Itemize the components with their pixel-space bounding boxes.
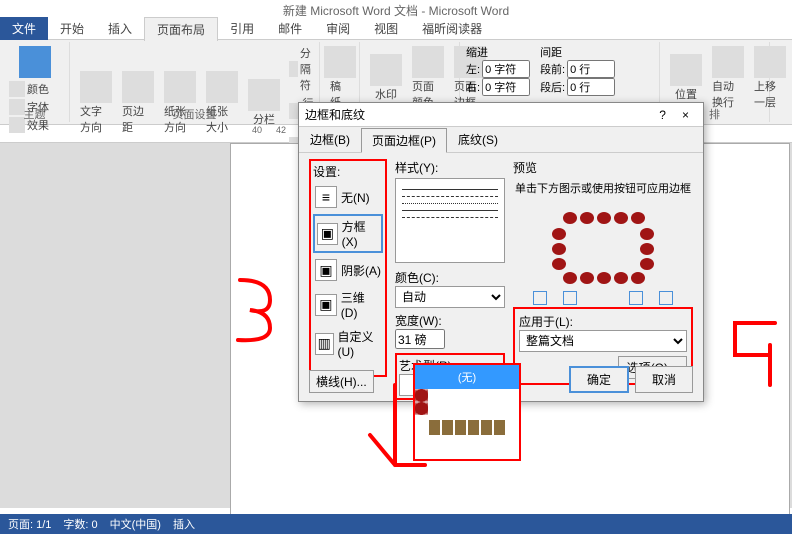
tab-layout[interactable]: 页面布局: [144, 17, 218, 41]
theme-colors[interactable]: 颜色: [6, 80, 63, 98]
watermark[interactable]: 水印: [366, 52, 406, 104]
ribbon-tabs: 文件 开始 插入 页面布局 引用 邮件 审阅 视图 福昕阅读器: [0, 18, 792, 40]
tab-view[interactable]: 视图: [362, 17, 410, 40]
width-label: 宽度(W):: [395, 312, 505, 329]
border-toggle-br[interactable]: [629, 291, 643, 305]
border-toggle-bl[interactable]: [533, 291, 547, 305]
color-label: 颜色(C):: [395, 269, 505, 286]
spacing-after[interactable]: 段后:: [540, 78, 615, 96]
art-dropdown[interactable]: (无): [413, 363, 521, 461]
setting-custom[interactable]: ▥自定义(U): [313, 326, 383, 361]
window-title: 新建 Microsoft Word 文档 - Microsoft Word: [0, 0, 792, 18]
status-words[interactable]: 字数: 0: [63, 516, 97, 532]
tab-foxit[interactable]: 福昕阅读器: [410, 17, 494, 40]
apply-label: 应用于(L):: [519, 313, 687, 330]
dlg-tab-shading[interactable]: 底纹(S): [447, 127, 509, 152]
setting-box[interactable]: ▣方框(X): [313, 214, 383, 253]
preview-label: 预览: [513, 159, 693, 176]
orientation[interactable]: 纸张方向: [160, 69, 200, 137]
art-option-party[interactable]: [415, 415, 519, 439]
tab-references[interactable]: 引用: [218, 17, 266, 40]
dlg-tab-page-border[interactable]: 页面边框(P): [361, 128, 447, 153]
dlg-tab-borders[interactable]: 边框(B): [299, 127, 361, 152]
dialog-title: 边框和底纹: [305, 106, 651, 123]
dialog-help[interactable]: ?: [651, 108, 674, 122]
ok-button[interactable]: 确定: [569, 366, 629, 393]
color-select[interactable]: 自动: [395, 286, 505, 308]
tab-insert[interactable]: 插入: [96, 17, 144, 40]
indent-label: 缩进: [466, 44, 530, 60]
setting-shadow[interactable]: ▣阴影(A): [313, 257, 383, 283]
bring-forward[interactable]: 上移一层: [750, 44, 790, 112]
status-page[interactable]: 页面: 1/1: [8, 516, 51, 532]
group-theme-label: 主题: [0, 106, 69, 122]
art-option-candy1[interactable]: [415, 389, 428, 402]
position[interactable]: 位置: [666, 52, 706, 104]
art-option-none[interactable]: (无): [415, 365, 519, 389]
status-insert[interactable]: 插入: [173, 516, 195, 532]
width-input[interactable]: [395, 329, 445, 349]
status-bar: 页面: 1/1 字数: 0 中文(中国) 插入: [0, 514, 792, 534]
preview-box[interactable]: [513, 200, 693, 305]
group-pagesetup-label: 页面设置: [70, 106, 319, 122]
indent-left[interactable]: 左:: [466, 60, 530, 78]
border-toggle-b[interactable]: [563, 291, 577, 305]
breaks[interactable]: 分隔符: [286, 44, 321, 94]
indent-right[interactable]: 右:: [466, 78, 530, 96]
text-direction[interactable]: 文字方向: [76, 69, 116, 137]
settings-column: 设置: ≡无(N) ▣方框(X) ▣阴影(A) ▣三维(D) ▥自定义(U): [309, 159, 387, 377]
border-toggle-r[interactable]: [659, 291, 673, 305]
dialog-close[interactable]: ×: [674, 108, 697, 122]
setting-3d[interactable]: ▣三维(D): [313, 287, 383, 322]
style-label: 样式(Y):: [395, 159, 505, 176]
tab-mailings[interactable]: 邮件: [266, 17, 314, 40]
horiz-line-button[interactable]: 横线(H)...: [309, 370, 374, 393]
tab-home[interactable]: 开始: [48, 17, 96, 40]
art-option-candy2[interactable]: [415, 402, 428, 415]
settings-label: 设置:: [313, 163, 383, 180]
tab-review[interactable]: 审阅: [314, 17, 362, 40]
spacing-label: 间距: [540, 44, 615, 60]
tab-file[interactable]: 文件: [0, 17, 48, 40]
apply-select[interactable]: 整篇文档: [519, 330, 687, 352]
themes-button[interactable]: [6, 44, 63, 80]
wrap-text[interactable]: 自动换行: [708, 44, 748, 112]
spacing-before[interactable]: 段前:: [540, 60, 615, 78]
cancel-button[interactable]: 取消: [635, 366, 693, 393]
status-lang[interactable]: 中文(中国): [110, 516, 161, 532]
borders-shading-dialog: 边框和底纹 ? × 边框(B) 页面边框(P) 底纹(S) 设置: ≡无(N) …: [298, 102, 704, 402]
setting-none[interactable]: ≡无(N): [313, 184, 383, 210]
margins[interactable]: 页边距: [118, 69, 158, 137]
size[interactable]: 纸张大小: [202, 69, 242, 137]
style-list[interactable]: [395, 178, 505, 263]
preview-hint: 单击下方图示或使用按钮可应用边框: [513, 180, 693, 196]
